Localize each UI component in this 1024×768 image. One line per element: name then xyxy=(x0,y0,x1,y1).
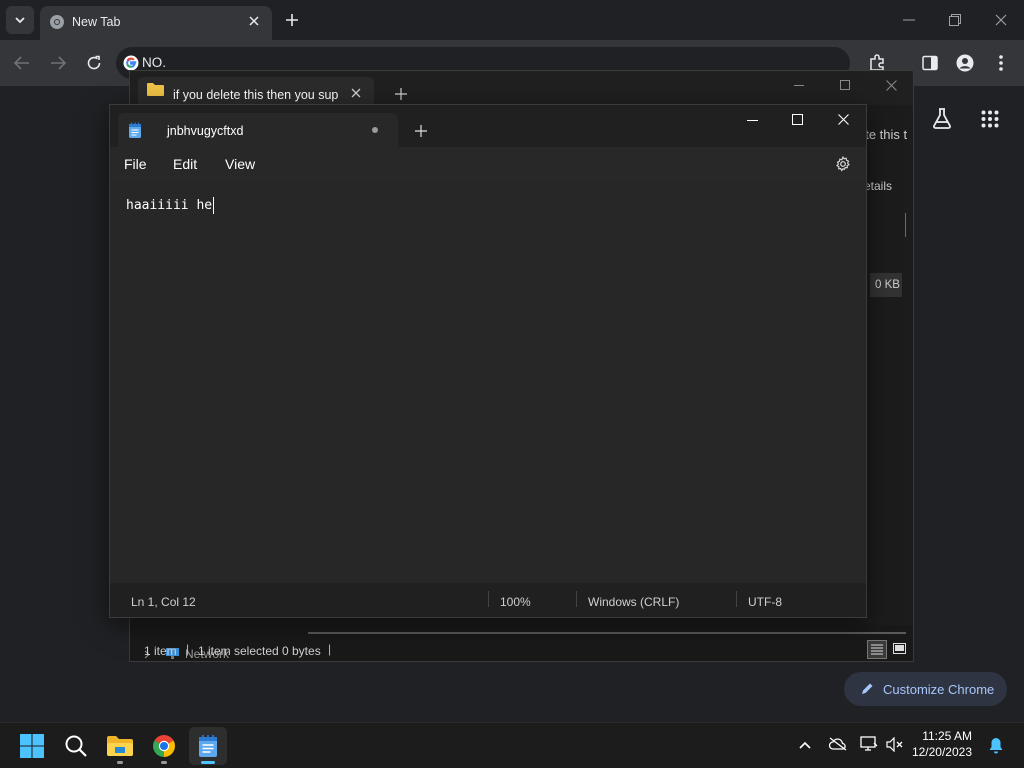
close-window-icon[interactable] xyxy=(886,80,897,91)
notepad-app-icon xyxy=(199,735,217,757)
chrome-favicon-icon xyxy=(50,15,64,29)
taskbar-file-explorer[interactable] xyxy=(101,727,139,765)
notepad-text-content[interactable]: haaiiiii he xyxy=(126,197,215,214)
file-size-cell: 0 KB xyxy=(870,273,902,297)
taskbar-notepad[interactable] xyxy=(189,727,227,765)
status-item-count: 1 item xyxy=(144,644,177,658)
status-zoom[interactable]: 100% xyxy=(500,595,531,609)
status-line-ending[interactable]: Windows (CRLF) xyxy=(588,595,679,609)
back-arrow-icon[interactable] xyxy=(14,56,30,70)
close-icon[interactable] xyxy=(248,15,260,27)
status-divider xyxy=(736,591,737,607)
horizontal-scrollbar[interactable] xyxy=(308,632,906,634)
customize-chrome-button[interactable]: Customize Chrome xyxy=(844,672,1007,706)
details-view-icon xyxy=(871,644,883,655)
profile-avatar-icon[interactable] xyxy=(956,54,974,72)
status-separator: | xyxy=(186,642,190,656)
maximize-icon[interactable] xyxy=(840,80,850,90)
notepad-status-bar: Ln 1, Col 12 100% Windows (CRLF) UTF-8 xyxy=(110,583,866,617)
new-tab-plus-icon[interactable] xyxy=(285,13,299,27)
notepad-tab-title: jnbhvugycftxd xyxy=(167,124,244,138)
running-indicator xyxy=(161,761,167,764)
minimize-icon[interactable] xyxy=(794,85,804,86)
active-indicator xyxy=(201,761,215,764)
chevron-up-icon[interactable] xyxy=(799,741,811,749)
notepad-text-area[interactable]: haaiiiii he xyxy=(110,181,866,583)
notepad-window: jnbhvugycftxd File Edit View haaiiiii he… xyxy=(109,104,867,618)
add-tab-plus-icon[interactable] xyxy=(395,88,407,100)
chrome-logo-icon xyxy=(153,735,175,757)
pencil-icon xyxy=(862,683,873,694)
notepad-app-icon xyxy=(129,122,141,138)
reload-icon[interactable] xyxy=(86,55,102,71)
menu-file[interactable]: File xyxy=(124,156,147,172)
status-encoding[interactable]: UTF-8 xyxy=(748,595,782,609)
windows-logo-icon xyxy=(20,734,44,758)
text-caret xyxy=(213,197,215,214)
explorer-tab[interactable]: if you delete this then you sup xyxy=(138,77,374,105)
search-button[interactable] xyxy=(57,727,95,765)
volume-muted-icon[interactable] xyxy=(886,737,904,752)
explorer-tab-title: if you delete this then you sup xyxy=(173,88,339,102)
close-window-icon[interactable] xyxy=(995,14,1007,26)
explorer-tabbar: if you delete this then you sup xyxy=(130,71,913,105)
menu-edit[interactable]: Edit xyxy=(173,156,197,172)
google-apps-icon[interactable] xyxy=(981,110,999,128)
forward-arrow-icon[interactable] xyxy=(50,56,66,70)
notepad-tab[interactable]: jnbhvugycftxd xyxy=(118,113,398,147)
labs-flask-icon[interactable] xyxy=(931,107,953,129)
network-display-icon[interactable] xyxy=(860,736,878,752)
clock-time[interactable]: 11:25 AM xyxy=(922,729,972,743)
settings-gear-icon[interactable] xyxy=(835,156,851,172)
status-divider xyxy=(488,591,489,607)
close-icon[interactable] xyxy=(351,88,361,98)
close-window-icon[interactable] xyxy=(838,114,849,125)
tiles-view-button[interactable] xyxy=(890,640,908,659)
taskbar: 11:25 AM 12/20/2023 xyxy=(0,722,1024,768)
file-explorer-icon xyxy=(107,736,133,756)
clock-date[interactable]: 12/20/2023 xyxy=(912,745,972,759)
minimize-icon[interactable] xyxy=(747,120,758,121)
customize-chrome-label: Customize Chrome xyxy=(883,681,995,697)
details-view-button[interactable] xyxy=(867,640,887,659)
status-divider xyxy=(576,591,577,607)
more-vert-icon[interactable] xyxy=(998,54,1004,72)
file-size-value: 0 KB xyxy=(875,279,900,291)
notepad-menubar: File Edit View xyxy=(110,147,866,181)
new-tab-plus-icon[interactable] xyxy=(415,125,427,137)
explorer-status-bar: 1 item | 1 item selected 0 bytes | xyxy=(130,638,913,662)
maximize-icon[interactable] xyxy=(792,114,803,125)
running-indicator xyxy=(117,761,123,764)
omnibox-text: NO. xyxy=(142,55,167,70)
unsaved-dot-icon[interactable] xyxy=(372,127,378,133)
menu-view[interactable]: View xyxy=(225,156,255,172)
side-panel-icon[interactable] xyxy=(922,55,938,71)
google-g-icon xyxy=(123,55,139,71)
chevron-down-icon xyxy=(15,17,25,24)
search-icon xyxy=(65,735,87,757)
tiles-view-icon xyxy=(893,643,906,654)
notification-bell-icon[interactable] xyxy=(988,737,1004,754)
status-cursor-position: Ln 1, Col 12 xyxy=(131,595,196,609)
chrome-tabstrip: New Tab xyxy=(0,0,1024,40)
status-selected: 1 item selected xyxy=(198,644,279,658)
explorer-details-partial[interactable]: etails xyxy=(864,179,892,193)
folder-icon xyxy=(147,83,164,96)
onedrive-off-icon[interactable] xyxy=(829,737,847,751)
minimize-icon[interactable] xyxy=(903,19,915,21)
taskbar-chrome[interactable] xyxy=(145,727,183,765)
status-bytes: 0 bytes xyxy=(282,644,321,658)
notepad-titlebar: jnbhvugycftxd xyxy=(110,105,866,147)
restore-icon[interactable] xyxy=(949,14,961,26)
editor-text: haaiiiii he xyxy=(126,198,213,213)
chrome-tab-title: New Tab xyxy=(72,15,121,29)
tab-search-button[interactable] xyxy=(6,6,34,34)
column-divider xyxy=(905,213,906,237)
start-button[interactable] xyxy=(13,727,51,765)
chrome-tab-new-tab[interactable]: New Tab xyxy=(40,6,272,40)
status-separator: | xyxy=(328,642,332,656)
